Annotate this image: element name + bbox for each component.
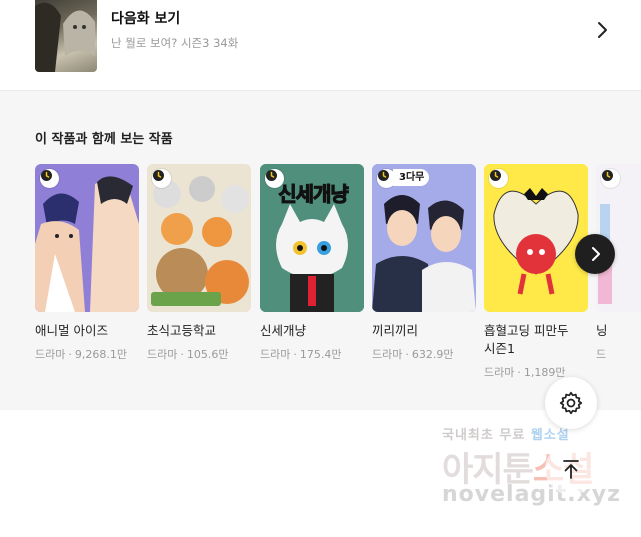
work-title: 닝 <box>596 323 608 338</box>
meta-separator: · <box>517 366 521 379</box>
work-meta: 드라마 · 175.4만 <box>260 346 364 362</box>
clock-icon <box>489 169 508 188</box>
recommendation-section: 이 작품과 함께 보는 작품 애니멀 아이즈 드라마 · 9,268.1만 초식… <box>0 91 641 410</box>
meta-separator: · <box>293 348 297 361</box>
clock-icon <box>265 169 284 188</box>
work-genre: 드 <box>596 348 607 361</box>
status-badge: 3다무 <box>393 169 430 186</box>
meta-separator: · <box>180 348 184 361</box>
scroll-top-button[interactable] <box>545 443 597 495</box>
work-genre: 드라마 <box>35 348 66 361</box>
work-genre: 드라마 <box>372 348 403 361</box>
meta-separator: · <box>405 348 409 361</box>
work-card[interactable]: 신세개냥 신세개냥 드라마 · 175.4만 <box>260 164 364 362</box>
clock-icon <box>601 169 620 188</box>
work-title: 애니멀 아이즈 <box>35 323 108 338</box>
work-cover <box>147 164 251 312</box>
work-title-line2: 시즌1 <box>484 341 515 356</box>
work-title: 끼리끼리 <box>372 323 419 338</box>
work-card[interactable]: 초식고등학교 드라마 · 105.6만 <box>147 164 251 362</box>
carousel-next-button[interactable] <box>575 234 615 274</box>
watermark-text: 국내최초 무료 <box>442 428 526 443</box>
work-views: 9,268.1만 <box>74 348 127 361</box>
work-genre: 드라마 <box>484 366 515 379</box>
clock-icon <box>152 169 171 188</box>
work-views: 1,189만 <box>523 366 566 379</box>
work-cover <box>35 164 139 312</box>
work-meta: 드라마 · 105.6만 <box>147 346 251 362</box>
next-episode-title: 다음화 보기 <box>111 11 181 27</box>
next-episode-thumbnail <box>35 0 97 72</box>
work-cover: 3다무 <box>372 164 476 312</box>
work-genre: 드라마 <box>260 348 291 361</box>
settings-button[interactable] <box>545 377 597 429</box>
work-title-line1: 흡혈고딩 피만두 <box>484 323 569 338</box>
work-title: 초식고등학교 <box>147 323 217 338</box>
work-cover: 신세개냥 <box>260 164 364 312</box>
next-episode-bar[interactable]: 다음화 보기 난 뭘로 보여? 시즌3 34화 <box>0 0 641 91</box>
arrow-up-icon <box>563 460 579 479</box>
work-genre: 드라마 <box>147 348 178 361</box>
meta-separator: · <box>68 348 72 361</box>
work-card[interactable]: 3다무 끼리끼리 드라마 · 632.9만 <box>372 164 476 362</box>
gear-icon <box>559 391 583 415</box>
work-title: 흡혈고딩 피만두시즌1 <box>484 322 588 358</box>
watermark-text: 아지툰 <box>442 450 534 490</box>
clock-icon <box>40 169 59 188</box>
work-meta: 드라마 · 9,268.1만 <box>35 346 139 362</box>
work-card[interactable]: 흡혈고딩 피만두시즌1 드라마 · 1,189만 <box>484 164 588 380</box>
chevron-right-icon <box>592 247 600 261</box>
recommendation-heading: 이 작품과 함께 보는 작품 <box>35 132 173 147</box>
work-views: 175.4만 <box>299 348 342 361</box>
work-meta: 드라마 · 632.9만 <box>372 346 476 362</box>
chevron-right-icon[interactable] <box>592 20 612 40</box>
work-title: 신세개냥 <box>260 323 307 338</box>
watermark-text: 웹소설 <box>530 428 570 443</box>
work-views: 105.6만 <box>186 348 229 361</box>
work-card[interactable]: 애니멀 아이즈 드라마 · 9,268.1만 <box>35 164 139 362</box>
work-views: 632.9만 <box>411 348 454 361</box>
next-episode-subtitle: 난 뭘로 보여? 시즌3 34화 <box>111 36 239 50</box>
work-cover <box>484 164 588 312</box>
watermark-line3: novelagit.xyz <box>442 482 621 507</box>
watermark-line1: 국내최초 무료 웹소설 <box>442 424 570 443</box>
work-meta: 드 <box>596 346 641 362</box>
